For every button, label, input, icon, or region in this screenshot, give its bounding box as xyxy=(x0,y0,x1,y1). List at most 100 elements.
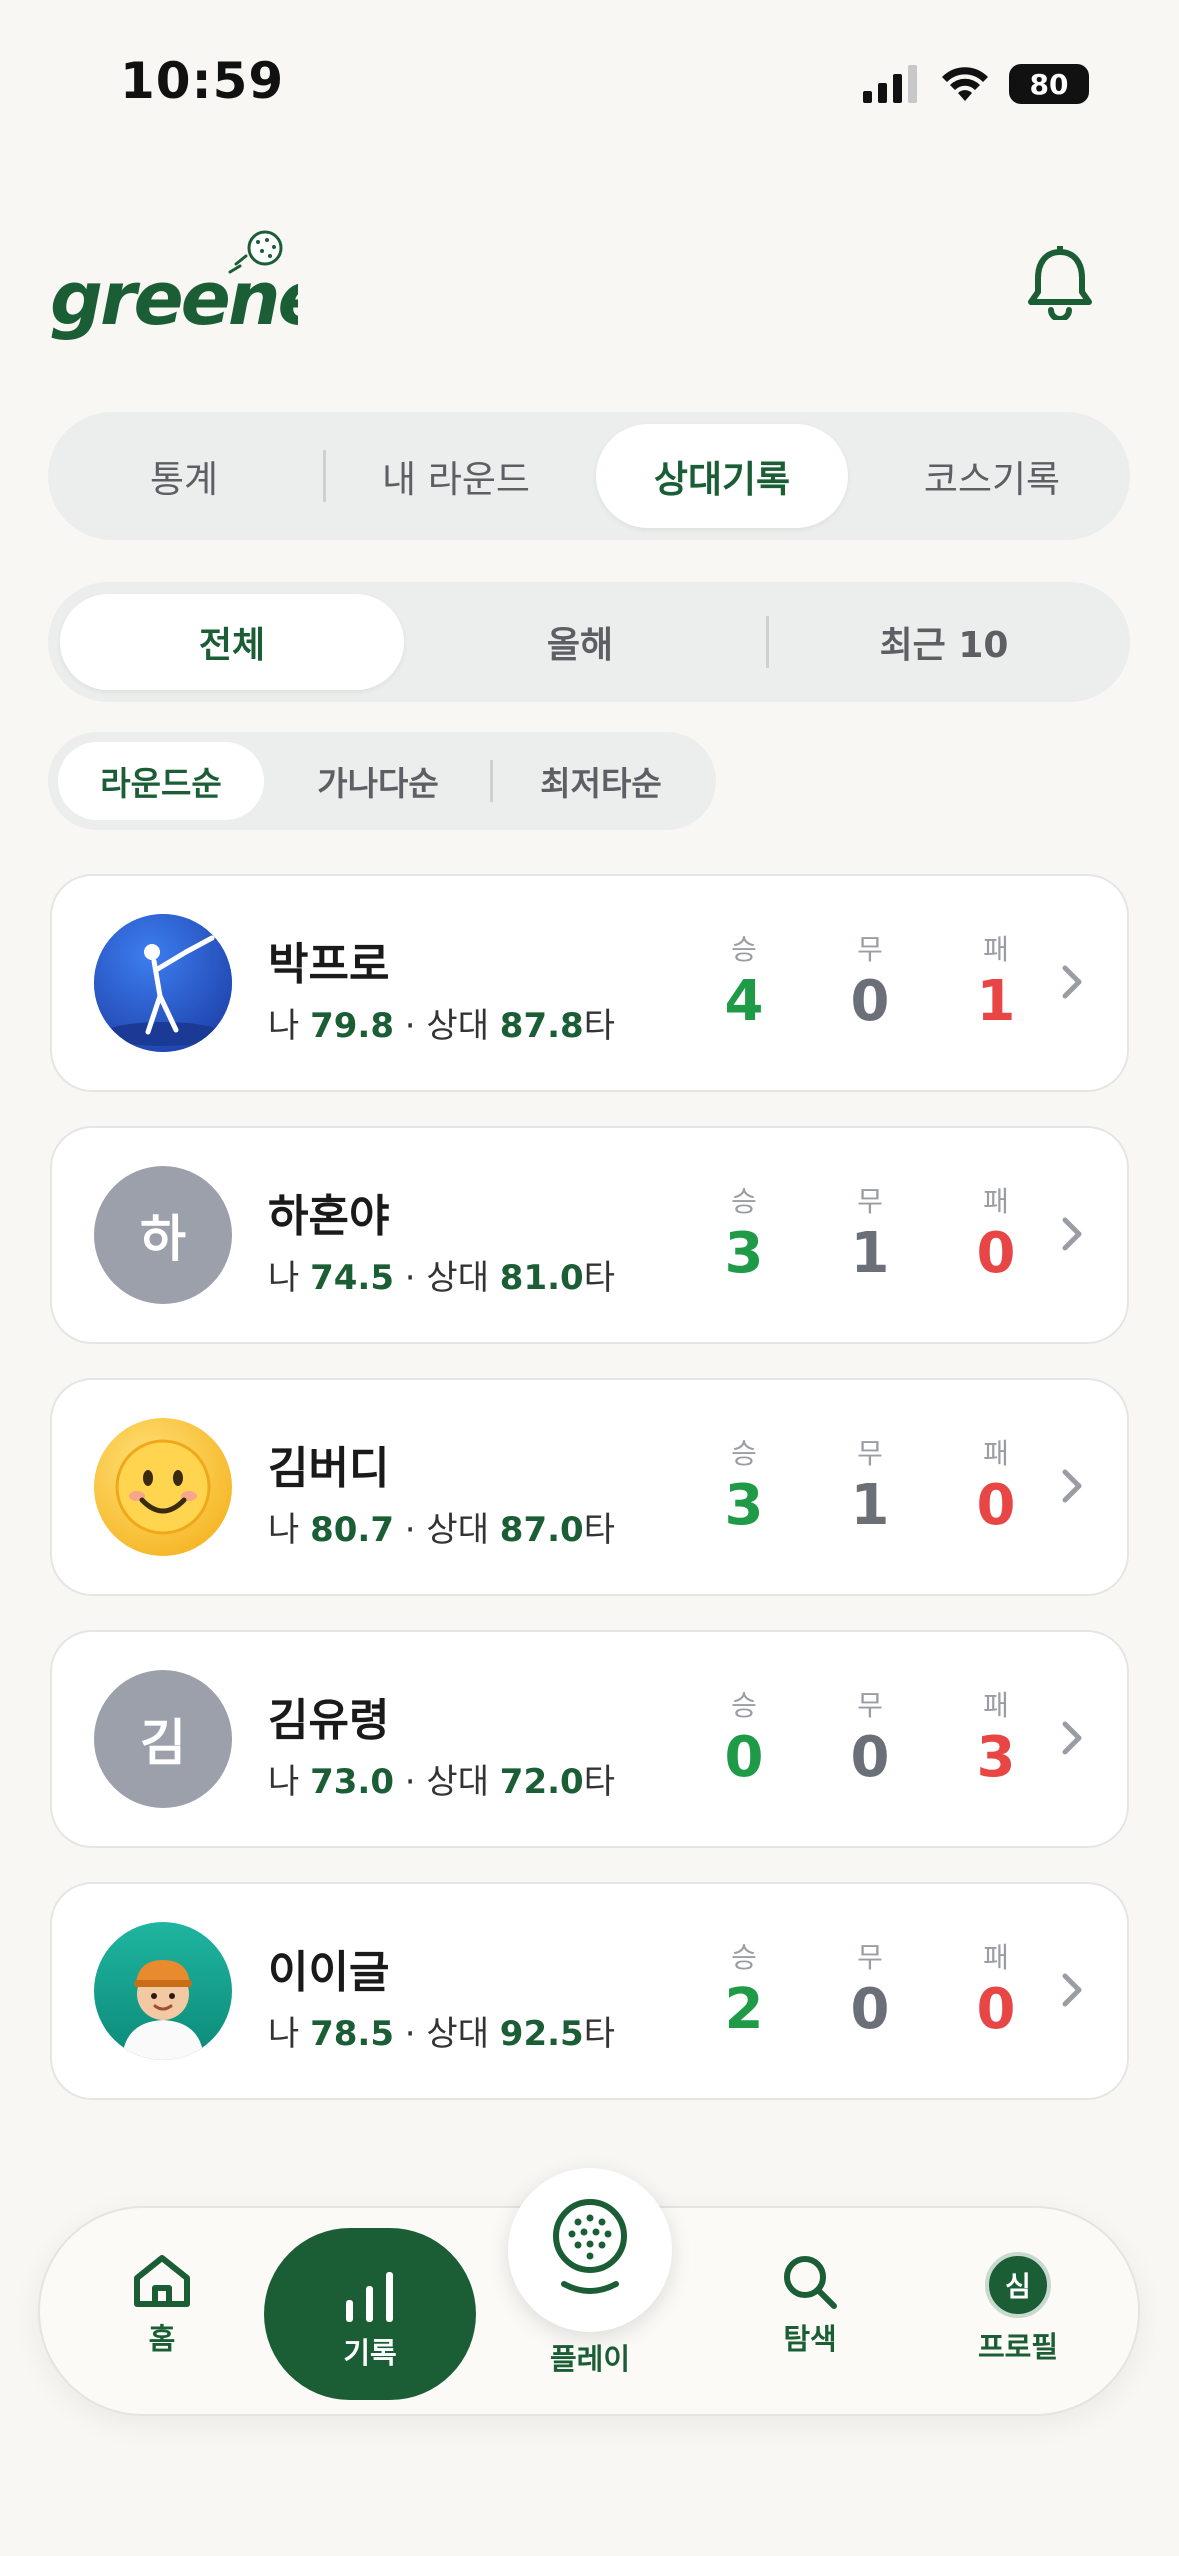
draw-count: 0 xyxy=(850,969,890,1034)
opponent-averages: 나 73.0 · 상대 72.0타 xyxy=(268,1762,615,1802)
win-label: 승 xyxy=(731,933,757,966)
loss-stat: 패0 xyxy=(946,1180,1046,1284)
draw-count: 1 xyxy=(850,1473,890,1538)
win-label: 승 xyxy=(731,1689,757,1722)
nav-profile[interactable]: 심 프로필 xyxy=(938,2252,1098,2366)
battery-level: 80 xyxy=(1029,67,1069,101)
sort-by-lowest-score[interactable]: 최저타순 xyxy=(496,742,706,820)
draw-label: 무 xyxy=(857,1689,883,1722)
opponent-average: 92.5 xyxy=(499,2014,584,2054)
nav-search-label: 탐색 xyxy=(783,2322,837,2356)
win-count: 4 xyxy=(724,969,764,1034)
period-divider xyxy=(766,616,769,668)
opponent-card[interactable]: 김버디 나 80.7 · 상대 87.0타 승3 무1 패0 xyxy=(50,1378,1129,1596)
opponent-average: 87.8 xyxy=(499,1006,584,1046)
opponent-label: 상대 xyxy=(426,1510,489,1550)
play-button[interactable] xyxy=(508,2168,672,2332)
nav-search[interactable]: 탐색 xyxy=(730,2252,890,2358)
draw-stat: 무0 xyxy=(820,1936,920,2040)
main-tab-bar: 통계 내 라운드 상대기록 코스기록 xyxy=(48,412,1130,540)
win-count: 3 xyxy=(724,1473,764,1538)
tab-stats[interactable]: 통계 xyxy=(48,424,320,528)
profile-avatar: 심 xyxy=(985,2252,1051,2318)
opponent-card[interactable]: 이이글 나 78.5 · 상대 92.5타 승2 무0 패0 xyxy=(50,1882,1129,2100)
win-label: 승 xyxy=(731,1185,757,1218)
opponent-name: 박프로 xyxy=(268,939,390,990)
opponent-card[interactable]: 박프로 나 79.8 · 상대 87.8타 승4 무0 패1 xyxy=(50,874,1129,1092)
period-filter: 전체 올해 최근 10 xyxy=(48,582,1130,702)
loss-count: 0 xyxy=(976,1221,1016,1286)
nav-play-label: 플레이 xyxy=(549,2342,631,2376)
draw-label: 무 xyxy=(857,1437,883,1470)
chevron-right-icon xyxy=(1062,1217,1082,1251)
initial-avatar: 하 xyxy=(94,1166,232,1304)
draw-label: 무 xyxy=(857,1185,883,1218)
draw-label: 무 xyxy=(857,933,883,966)
sort-by-rounds[interactable]: 라운드순 xyxy=(58,742,264,820)
opponent-name: 김유령 xyxy=(268,1695,390,1746)
opponent-averages: 나 79.8 · 상대 87.8타 xyxy=(268,1006,615,1046)
strokes-suffix: 타 xyxy=(583,1258,615,1298)
tab-course-records[interactable]: 코스기록 xyxy=(862,424,1122,528)
opponent-label: 상대 xyxy=(426,1006,489,1046)
nav-records[interactable]: 기록 xyxy=(264,2228,476,2400)
draw-count: 0 xyxy=(850,1977,890,2042)
loss-label: 패 xyxy=(983,1689,1009,1722)
loss-count: 1 xyxy=(976,969,1016,1034)
opponent-card[interactable]: 김 김유령 나 73.0 · 상대 72.0타 승0 무0 패3 xyxy=(50,1630,1129,1848)
opponent-label: 상대 xyxy=(426,1762,489,1802)
cap-person-avatar xyxy=(94,1922,232,2060)
draw-stat: 무0 xyxy=(820,1684,920,1788)
me-label: 나 xyxy=(268,1006,300,1046)
notification-bell-icon[interactable] xyxy=(1025,246,1095,320)
draw-stat: 무1 xyxy=(820,1432,920,1536)
golfer-avatar xyxy=(94,914,232,1052)
period-all[interactable]: 전체 xyxy=(60,594,404,690)
status-time: 10:59 xyxy=(120,52,285,110)
my-average: 79.8 xyxy=(310,1006,394,1046)
loss-count: 0 xyxy=(976,1473,1016,1538)
my-average: 80.7 xyxy=(310,1510,394,1550)
draw-count: 0 xyxy=(850,1725,890,1790)
opponent-average: 87.0 xyxy=(499,1510,584,1550)
chevron-right-icon xyxy=(1062,1721,1082,1755)
opponent-name: 하혼야 xyxy=(268,1191,390,1242)
opponent-name: 이이글 xyxy=(268,1947,390,1998)
nav-home[interactable]: 홈 xyxy=(82,2252,242,2358)
win-label: 승 xyxy=(731,1941,757,1974)
nav-profile-label: 프로필 xyxy=(977,2330,1059,2364)
loss-stat: 패0 xyxy=(946,1432,1046,1536)
period-this-year[interactable]: 올해 xyxy=(410,594,750,690)
me-label: 나 xyxy=(268,1762,300,1802)
sort-by-name[interactable]: 가나다순 xyxy=(270,742,486,820)
strokes-suffix: 타 xyxy=(583,1006,615,1046)
tab-my-rounds[interactable]: 내 라운드 xyxy=(330,424,582,528)
draw-stat: 무1 xyxy=(820,1180,920,1284)
loss-label: 패 xyxy=(983,1437,1009,1470)
logo-wordmark: greener xyxy=(50,256,298,342)
opponent-card[interactable]: 하 하혼야 나 74.5 · 상대 81.0타 승3 무1 패0 xyxy=(50,1126,1129,1344)
strokes-suffix: 타 xyxy=(583,2014,615,2054)
smiley-avatar xyxy=(94,1418,232,1556)
loss-stat: 패1 xyxy=(946,928,1046,1032)
home-icon xyxy=(134,2255,190,2307)
draw-count: 1 xyxy=(850,1221,890,1286)
win-stat: 승4 xyxy=(694,928,794,1032)
chevron-right-icon xyxy=(1062,1469,1082,1503)
win-count: 2 xyxy=(724,1977,764,2042)
tab-opponent-records[interactable]: 상대기록 xyxy=(596,424,848,528)
opponent-averages: 나 74.5 · 상대 81.0타 xyxy=(268,1258,615,1298)
search-icon xyxy=(784,2256,837,2309)
nav-play[interactable]: 플레이 xyxy=(510,2336,670,2378)
me-label: 나 xyxy=(268,1510,300,1550)
win-label: 승 xyxy=(731,1437,757,1470)
period-recent-10[interactable]: 최근 10 xyxy=(772,594,1116,690)
draw-label: 무 xyxy=(857,1941,883,1974)
my-average: 78.5 xyxy=(310,2014,394,2054)
loss-label: 패 xyxy=(983,1185,1009,1218)
loss-stat: 패3 xyxy=(946,1684,1046,1788)
strokes-suffix: 타 xyxy=(583,1762,615,1802)
sort-divider xyxy=(490,760,493,802)
opponent-average: 81.0 xyxy=(499,1258,584,1298)
greener-logo: greener xyxy=(50,230,298,342)
